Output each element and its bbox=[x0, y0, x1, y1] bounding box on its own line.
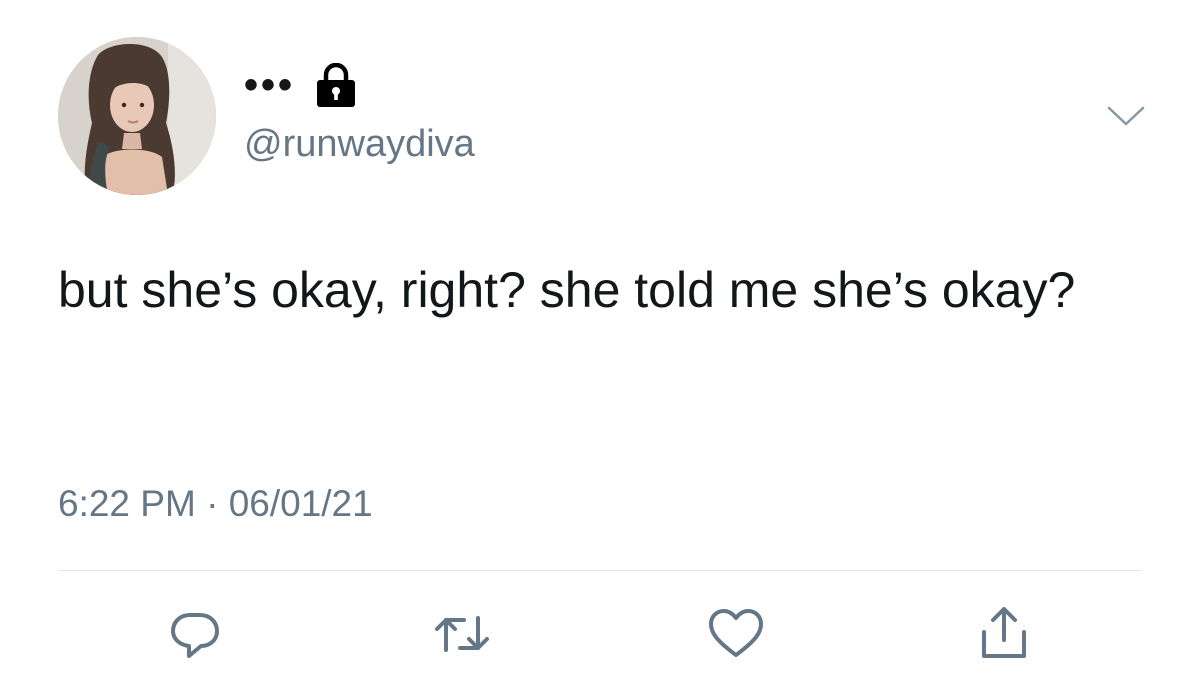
tweet-time: 6:22 PM bbox=[58, 483, 196, 524]
chevron-down-icon bbox=[1107, 106, 1145, 126]
display-name[interactable]: ••• bbox=[244, 65, 295, 105]
avatar[interactable] bbox=[58, 37, 216, 195]
timestamp[interactable]: 6:22 PM · 06/01/21 bbox=[58, 482, 373, 526]
like-button[interactable] bbox=[706, 604, 766, 664]
share-button[interactable] bbox=[974, 604, 1034, 664]
heart-icon bbox=[709, 609, 763, 657]
tweet-date: 06/01/21 bbox=[228, 483, 373, 524]
tweet-text: but she’s okay, right? she told me she’s… bbox=[58, 262, 1076, 318]
retweet-icon bbox=[435, 616, 489, 652]
reply-icon bbox=[171, 613, 219, 658]
more-options-button[interactable] bbox=[1106, 102, 1146, 130]
user-handle[interactable]: @runwaydiva bbox=[244, 122, 475, 168]
timestamp-separator: · bbox=[206, 483, 219, 524]
reply-button[interactable] bbox=[165, 604, 225, 664]
divider bbox=[58, 570, 1142, 571]
retweet-button[interactable] bbox=[432, 604, 492, 664]
display-name-row: ••• bbox=[244, 62, 357, 108]
avatar-image bbox=[58, 37, 216, 195]
share-icon bbox=[982, 607, 1026, 658]
lock-icon bbox=[315, 62, 357, 107]
tweet-card: ••• @runwaydiva but she’s okay, right? s… bbox=[0, 0, 1200, 699]
